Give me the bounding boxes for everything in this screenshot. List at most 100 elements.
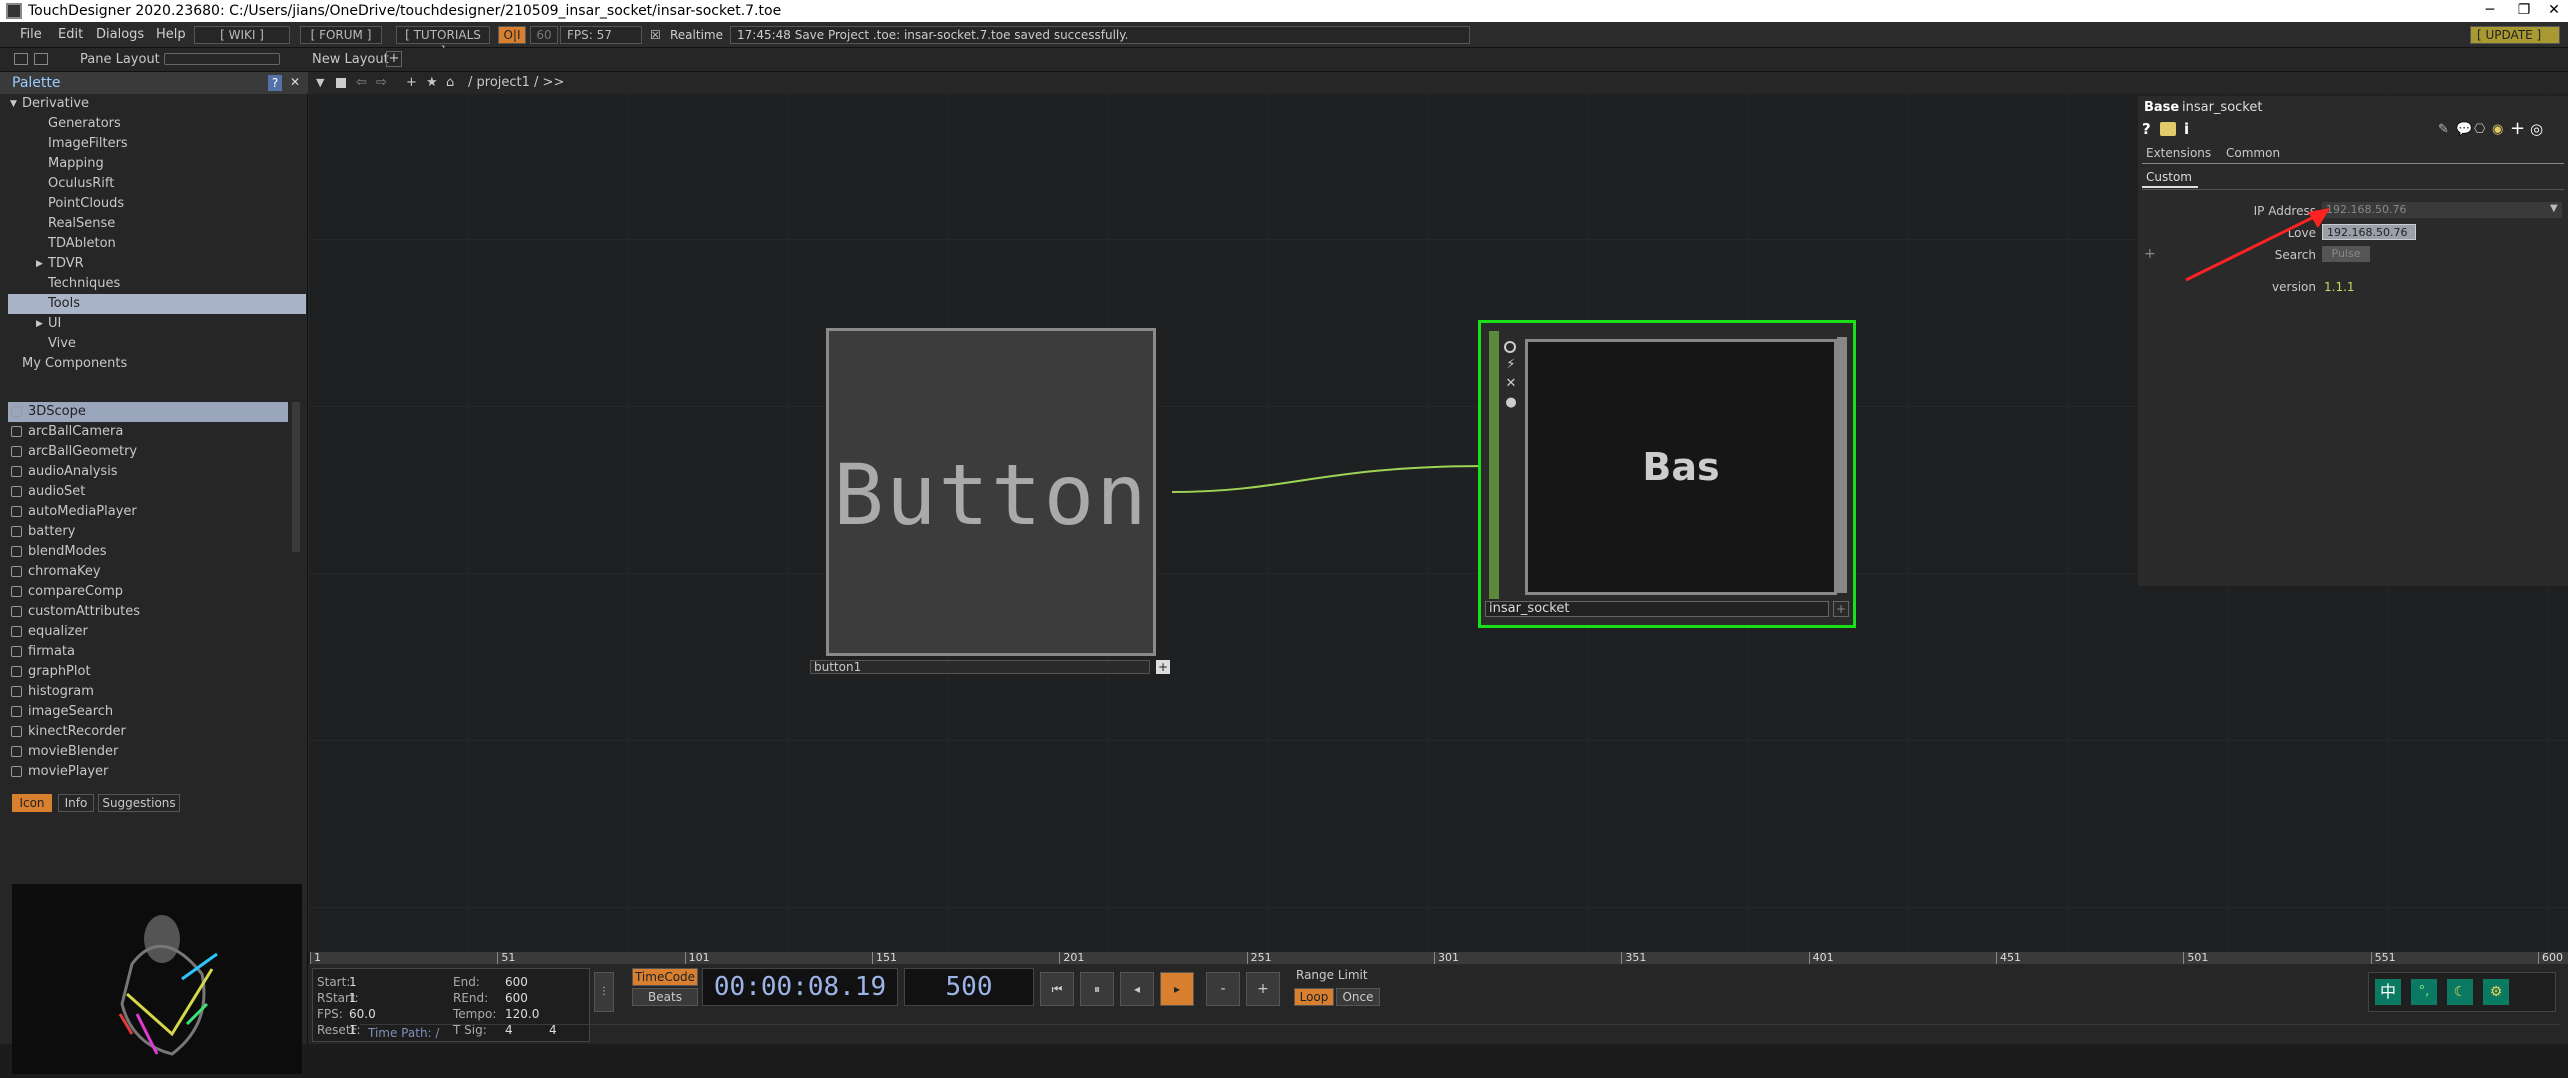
timecode-display[interactable]: 00:00:08.19 [702, 968, 898, 1006]
palette-tree-item[interactable]: ▼ Derivative [8, 94, 306, 114]
wiki-link[interactable]: [ WIKI ] [194, 26, 290, 44]
menu-dialogs[interactable]: Dialogs [96, 22, 144, 48]
settings-icon[interactable]: ⚙ [2483, 979, 2509, 1005]
comment-icon[interactable]: 💬 [2456, 122, 2472, 137]
edit-icon[interactable]: ✎ [2438, 122, 2449, 137]
palette-list-item[interactable]: battery [8, 522, 288, 542]
timeline-ruler[interactable]: 1 51 101 151 201 251 301 351 401 451 501 551 600 [310, 952, 2568, 964]
palette-tree-item[interactable]: Vive [8, 334, 306, 354]
palette-tree-item[interactable]: ImageFilters [8, 134, 306, 154]
palette-tree-item[interactable]: Generators [8, 114, 306, 134]
ip-address-field[interactable]: 192.168.50.76 [2322, 202, 2562, 218]
viewer-icon[interactable]: ● [1501, 395, 1521, 410]
perform-toggle[interactable]: O|I [498, 26, 526, 44]
fps-cap[interactable]: 60 [530, 26, 558, 44]
tab-info[interactable]: Info [58, 794, 94, 812]
tutorials-link[interactable]: [ TUTORIALS ] [396, 26, 490, 58]
palette-list-item[interactable]: moviePlayer [8, 762, 288, 782]
palette-list-item[interactable]: arcBallCamera [8, 422, 288, 442]
palette-list-item[interactable]: autoMediaPlayer [8, 502, 288, 522]
button1-label[interactable]: button1 [810, 660, 1150, 674]
palette-list-item[interactable]: kinectRecorder [8, 722, 288, 742]
network-path[interactable]: / project1 / >> [468, 72, 564, 94]
pause-button[interactable]: ⏸ [1080, 972, 1114, 1006]
python-icon[interactable]: ⎔ [2474, 122, 2485, 137]
ime-icon[interactable]: 中 [2375, 979, 2401, 1005]
timeline-toggle-button[interactable]: ⋮ [594, 972, 614, 1012]
info-icon[interactable]: i [2184, 120, 2189, 138]
palette-tree-item[interactable]: ▶ TDVR [8, 254, 306, 274]
add-param-icon[interactable]: + [2510, 118, 2525, 139]
beats-button[interactable]: Beats [632, 988, 698, 1006]
rstart-value[interactable]: 1 [349, 991, 357, 1005]
target-icon[interactable]: ◎ [2530, 120, 2543, 138]
palette-tree-item[interactable]: TDAbleton [8, 234, 306, 254]
palette-list-item[interactable]: firmata [8, 642, 288, 662]
update-button[interactable]: [ UPDATE ] [2470, 26, 2560, 44]
add-custom-param-button[interactable]: + [2144, 246, 2156, 262]
palette-list-item[interactable]: movieBlender [8, 742, 288, 762]
palette-tree-item[interactable]: RealSense [8, 214, 306, 234]
layout-presets-icon[interactable] [164, 53, 280, 65]
bypass-icon[interactable] [1504, 341, 1516, 353]
op-info-icon[interactable] [2160, 122, 2176, 136]
end-value[interactable]: 600 [505, 975, 528, 989]
palette-scrollbar[interactable] [292, 402, 300, 552]
frame-display[interactable]: 500 [904, 968, 1034, 1006]
palette-list-item[interactable]: blendModes [8, 542, 288, 562]
palette-tree-item[interactable]: PointClouds [8, 194, 306, 214]
palette-tree-item[interactable]: Techniques [8, 274, 306, 294]
ip-address-dropdown-icon[interactable]: ▼ [2550, 203, 2558, 214]
palette-tree-item[interactable]: My Components [8, 354, 306, 374]
rewind-button[interactable]: ⏮ [1040, 972, 1074, 1006]
forward-icon[interactable]: ⇨ [376, 72, 387, 94]
tab-extensions[interactable]: Extensions [2146, 146, 2211, 160]
palette-list-item[interactable]: audioSet [8, 482, 288, 502]
tab-custom[interactable]: Custom [2142, 170, 2198, 188]
menu-help[interactable]: Help [156, 22, 186, 48]
forum-link[interactable]: [ FORUM ] [300, 26, 382, 44]
add-pane-icon[interactable]: + [406, 72, 417, 94]
button1-expand-icon[interactable]: + [1156, 660, 1170, 674]
expanded-arrow-icon[interactable]: ▼ [10, 94, 17, 114]
back-icon[interactable]: ⇦ [356, 72, 367, 94]
node-wire[interactable] [1170, 460, 1490, 500]
tab-common[interactable]: Common [2226, 146, 2280, 160]
realtime-checkbox[interactable]: ☒ [650, 22, 661, 48]
stop-icon[interactable] [336, 78, 346, 88]
palette-list-item[interactable]: chromaKey [8, 562, 288, 582]
step-back-button[interactable]: ◂ [1120, 972, 1154, 1006]
insar-socket-expand-icon[interactable]: + [1833, 601, 1849, 617]
start-value[interactable]: 1 [349, 975, 357, 989]
resetf-value[interactable]: 1 [349, 1023, 357, 1037]
palette-tree-item[interactable]: Tools [8, 294, 306, 314]
palette-list-item[interactable]: customAttributes [8, 602, 288, 622]
lock-icon[interactable]: ⚡ [1501, 357, 1521, 372]
palette-color-icon[interactable]: ◉ [2492, 122, 2503, 137]
palette-close-button[interactable]: ✕ [290, 75, 300, 89]
add-layout-button[interactable]: + [386, 51, 402, 67]
fps-value[interactable]: 60.0 [349, 1007, 376, 1021]
home-icon[interactable]: ⌂ [446, 72, 454, 94]
step-minus-button[interactable]: - [1206, 972, 1240, 1006]
delete-icon[interactable]: ✕ [1501, 376, 1521, 391]
once-button[interactable]: Once [1336, 988, 1380, 1006]
palette-list-item[interactable]: 3DScope [8, 402, 288, 422]
tempo-value[interactable]: 120.0 [505, 1007, 539, 1021]
collapsed-arrow-icon[interactable]: ▶ [36, 254, 43, 274]
insar-socket-node[interactable]: ⚡ ✕ ● Bas insar_socket + [1478, 320, 1856, 628]
close-window-button[interactable]: ✕ [2534, 0, 2568, 22]
op-name[interactable]: insar_socket [2182, 100, 2262, 115]
palette-list-item[interactable]: imageSearch [8, 702, 288, 722]
palette-list-item[interactable]: compareComp [8, 582, 288, 602]
time-path[interactable]: Time Path: / [360, 1024, 2560, 1042]
palette-tree-item[interactable]: ▶ UI [8, 314, 306, 334]
palette-list-item[interactable]: arcBallGeometry [8, 442, 288, 462]
menu-edit[interactable]: Edit [58, 22, 83, 48]
collapsed-arrow-icon[interactable]: ▶ [36, 314, 43, 334]
pane-split-icon[interactable] [14, 53, 28, 65]
pane-grid-icon[interactable] [34, 53, 48, 65]
pane-layout-label[interactable]: Pane Layout [80, 48, 160, 72]
help-icon[interactable]: ? [2142, 120, 2151, 138]
bookmark-icon[interactable]: ★ [426, 72, 438, 94]
